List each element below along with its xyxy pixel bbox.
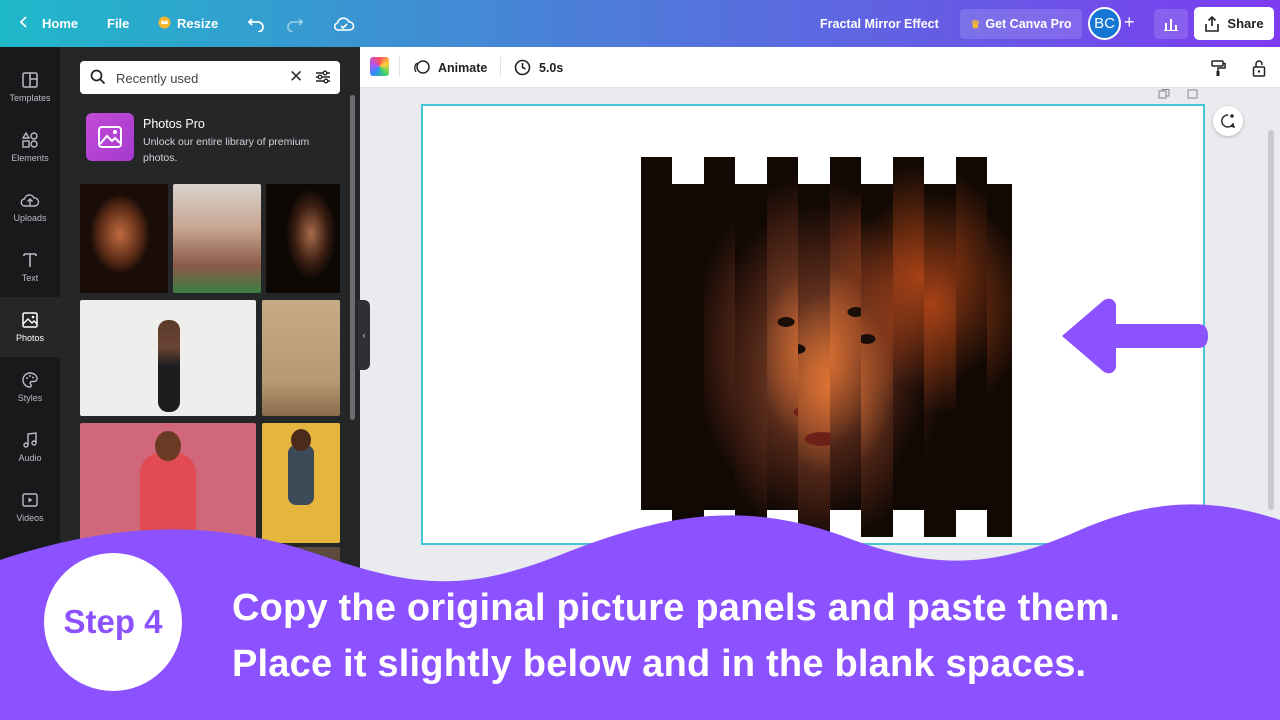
get-pro-label: Get Canva Pro [985,17,1072,31]
crown-icon: ♛ [970,18,981,31]
add-comment-button[interactable] [1213,106,1243,136]
clear-search-icon[interactable]: ✕ [289,67,303,87]
arrow-left-icon [1062,298,1208,374]
rail-item-label: Templates [9,93,51,103]
pasted-picture-panel[interactable] [924,184,956,537]
share-icon [1205,15,1220,32]
toolbar-divider [500,57,501,77]
elements-icon [21,131,38,148]
rail-item-label: Audio [18,453,42,463]
picture-panel[interactable] [641,157,672,510]
redo-icon [287,17,304,32]
instruction-line-2: Place it slightly below and in the blank… [232,643,1087,685]
redo-button[interactable] [286,0,304,47]
clock-icon [514,59,531,76]
duration-label: 5.0s [539,60,564,75]
undo-button[interactable] [247,0,265,47]
photos-pro-title[interactable]: Photos Pro [143,117,205,131]
rail-item-label: Styles [17,393,43,403]
search-input[interactable] [116,68,286,88]
design-title[interactable]: Fractal Mirror Effect [820,0,939,47]
pasted-picture-panel[interactable] [861,184,893,537]
top-bar: Home File Resize Fractal Mirror Effect ♛… [0,0,1280,47]
search-bar: ✕ [80,61,340,94]
rail-item-text[interactable]: Text [0,237,60,297]
photo-thumbnail[interactable] [80,300,256,416]
step-badge: Step 4 [44,553,182,691]
save-status-button[interactable] [333,0,355,47]
bar-chart-icon [1164,19,1178,31]
add-collaborator-icon[interactable]: + [1124,12,1135,33]
instruction-text: Copy the original picture panels and pas… [232,580,1272,692]
pasted-picture-panel[interactable] [987,184,1019,537]
insights-button[interactable] [1154,9,1188,39]
animate-button[interactable]: Animate [413,47,487,88]
pasted-picture-panel[interactable] [735,184,767,537]
photo-thumbnail[interactable] [266,184,340,293]
instruction-line-1: Copy the original picture panels and pas… [232,587,1120,629]
photos-pro-description: Unlock our entire library of premium pho… [143,136,310,164]
color-picker-icon[interactable] [370,57,389,76]
rail-item-uploads[interactable]: Uploads [0,177,60,237]
rail-item-audio[interactable]: Audio [0,417,60,477]
resize-button[interactable]: Resize [158,0,218,47]
paint-roller-icon [1211,59,1226,76]
audio-icon [23,432,37,448]
templates-icon [22,72,38,88]
rail-item-label: Photos [15,333,45,343]
share-label: Share [1227,16,1264,31]
photo-thumbnail[interactable] [262,300,340,416]
canvas-scrollbar[interactable] [1268,130,1274,510]
picture-panel[interactable] [704,157,735,510]
animate-icon [414,60,430,74]
uploads-icon [20,194,40,207]
resize-label: Resize [177,16,219,31]
pasted-picture-panel[interactable] [672,184,704,537]
avatar[interactable]: BC [1088,7,1121,40]
toolbar-divider [399,57,400,77]
cloud-check-icon [333,16,355,31]
rail-item-label: Elements [11,153,49,163]
photo-thumbnail[interactable] [80,184,168,293]
lock-icon [1252,59,1266,77]
rail-item-label: Text [21,273,39,283]
file-label: File [107,16,130,31]
collapse-panel-handle[interactable]: ‹ [358,300,370,370]
photo-thumbnail[interactable] [173,184,261,293]
search-icon [90,69,106,90]
rail-item-label: Uploads [13,213,47,223]
chevron-left-icon [18,16,30,31]
home-label: Home [42,16,79,31]
photos-pro-icon[interactable] [86,113,134,161]
picture-panel[interactable] [767,157,798,510]
animate-label: Animate [438,60,488,75]
undo-icon [247,17,264,32]
crown-icon [158,16,171,32]
add-page-icon[interactable] [1187,86,1199,104]
lock-button[interactable] [1252,47,1274,88]
rail-item-elements[interactable]: Elements [0,117,60,177]
pasted-picture-panel[interactable] [798,184,830,537]
duplicate-page-icon[interactable] [1158,86,1170,104]
get-canva-pro-button[interactable]: ♛ Get Canva Pro [960,9,1082,39]
picture-panel[interactable] [956,157,987,510]
comment-plus-icon [1221,114,1236,129]
picture-panel[interactable] [893,157,924,510]
file-menu-button[interactable]: File [107,0,129,47]
editor-toolbar: Animate 5.0s [360,47,1280,88]
text-icon [23,253,37,267]
photos-icon [22,312,38,328]
rail-item-photos[interactable]: Photos [0,297,60,357]
filter-icon[interactable] [314,69,332,90]
rail-item-styles[interactable]: Styles [0,357,60,417]
share-button[interactable]: Share [1194,7,1274,40]
home-button[interactable]: Home [18,0,78,47]
duration-button[interactable]: 5.0s [514,47,563,88]
panel-scrollbar[interactable] [350,95,355,420]
copy-style-button[interactable] [1210,47,1234,88]
rail-item-templates[interactable]: Templates [0,57,60,117]
picture-panel[interactable] [830,157,861,510]
styles-icon [22,372,38,388]
